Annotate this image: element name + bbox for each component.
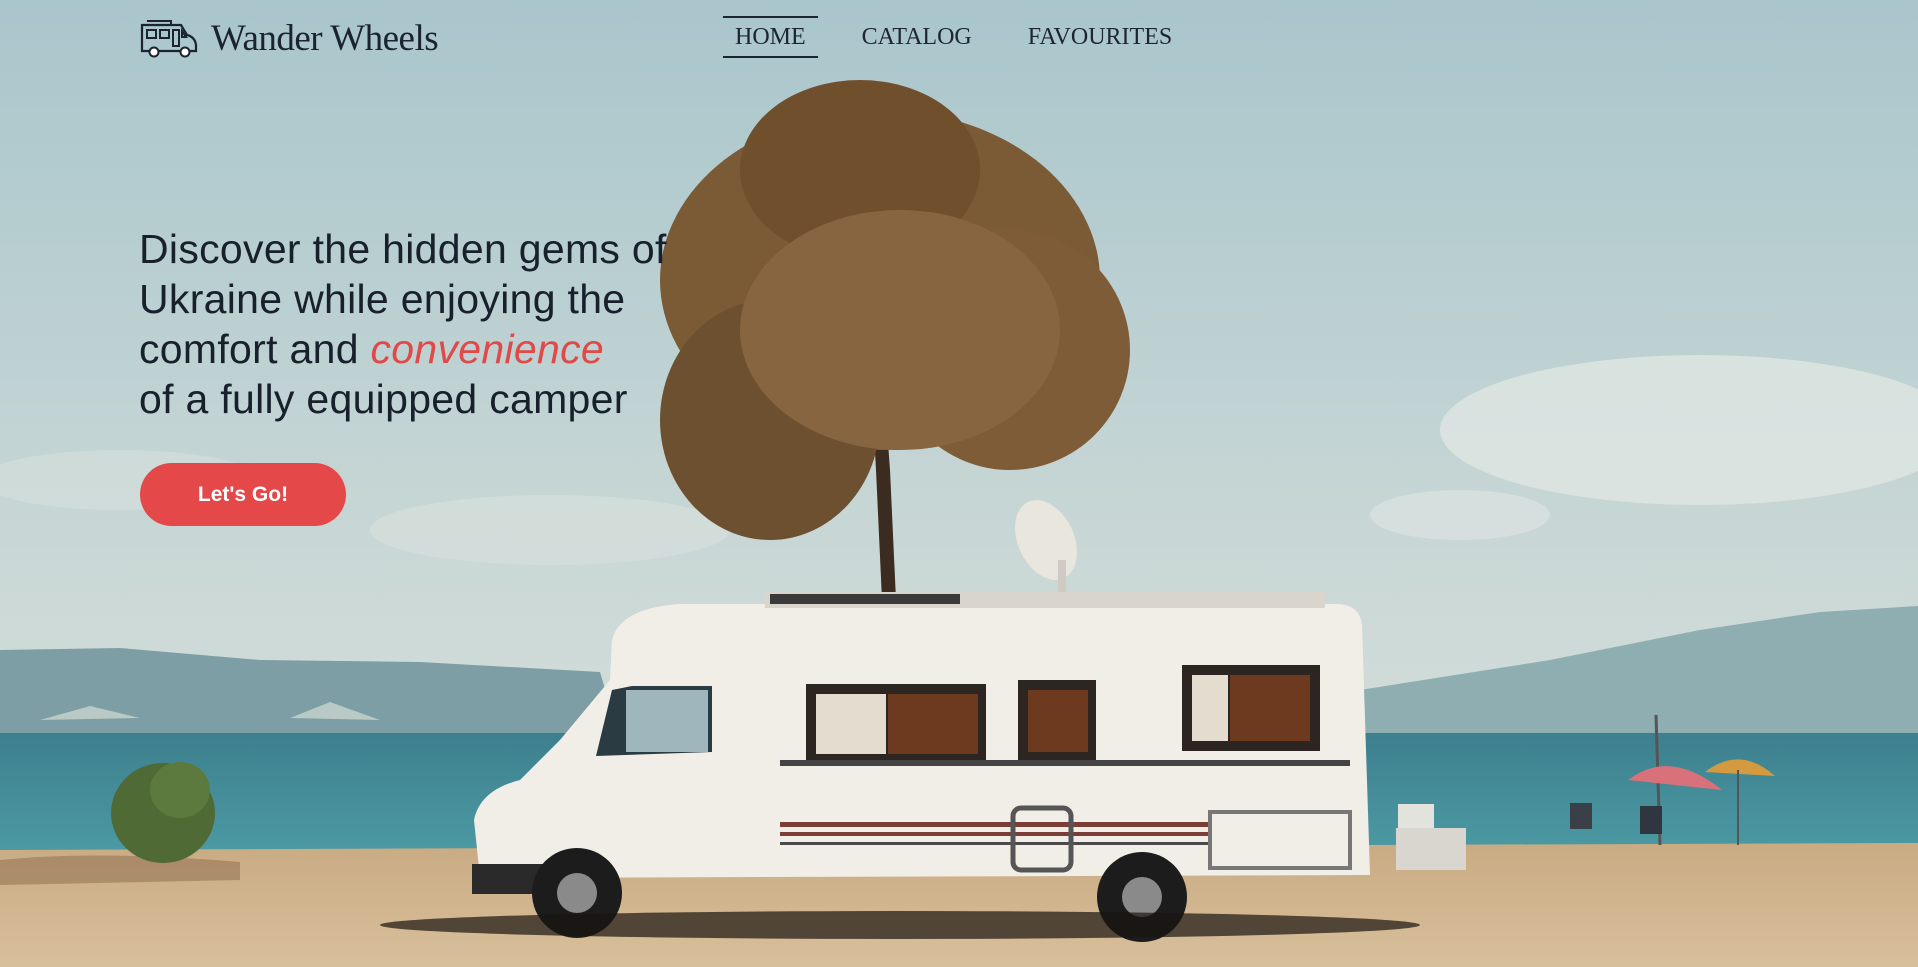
lets-go-button[interactable]: Let's Go! bbox=[140, 463, 346, 526]
headline-line-4: of a fully equipped camper bbox=[139, 376, 628, 422]
headline-line-1: Discover the hidden gems of bbox=[139, 226, 667, 272]
camper-van-icon bbox=[140, 20, 198, 58]
brand-logo[interactable]: Wander Wheels bbox=[139, 16, 439, 60]
hero-headline: Discover the hidden gems of Ukraine whil… bbox=[139, 224, 759, 424]
headline-line-3: comfort and bbox=[139, 326, 371, 372]
brand-name: Wander Wheels bbox=[211, 17, 439, 59]
nav-favourites[interactable]: FAVOURITES bbox=[1016, 16, 1184, 58]
main-navigation: HOME CATALOG FAVOURITES bbox=[723, 16, 1184, 58]
headline-line-2: Ukraine while enjoying the bbox=[139, 276, 626, 322]
nav-catalog[interactable]: CATALOG bbox=[850, 16, 984, 58]
headline-accent: convenience bbox=[370, 326, 605, 372]
nav-home[interactable]: HOME bbox=[723, 16, 818, 58]
